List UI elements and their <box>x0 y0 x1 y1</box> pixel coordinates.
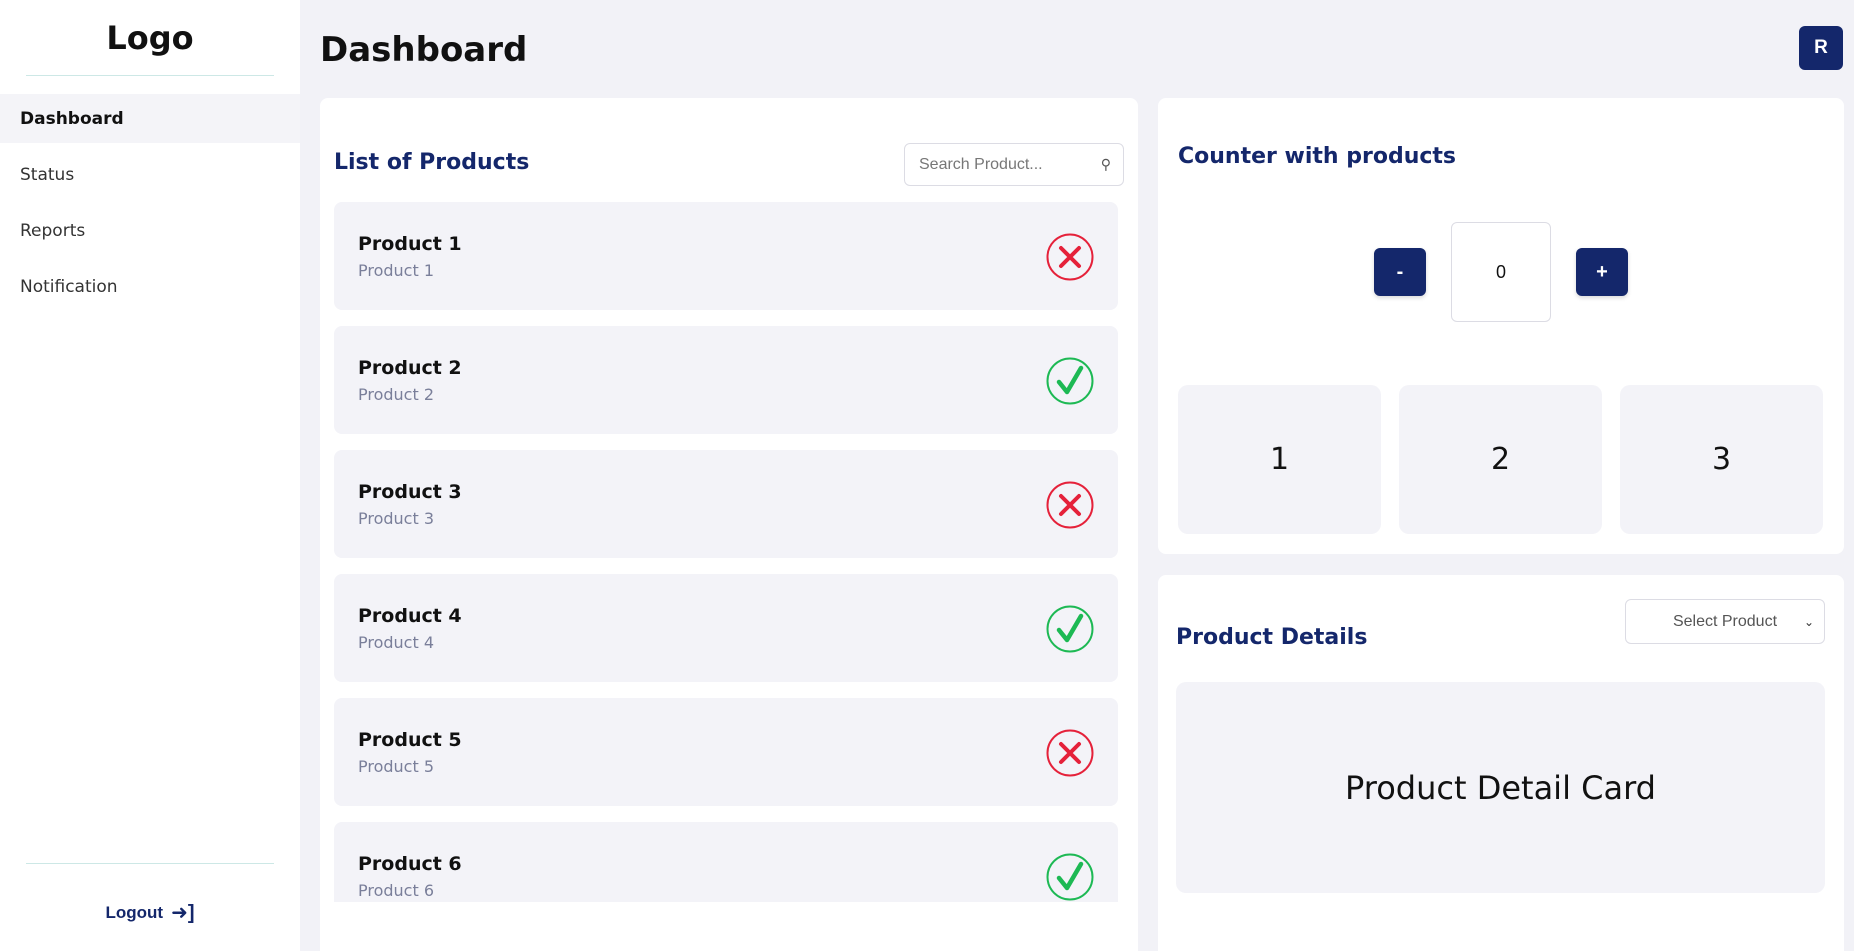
logout-label: Logout <box>105 902 164 922</box>
product-subtitle: Product 5 <box>358 757 435 776</box>
product-name: Product 4 <box>358 605 462 627</box>
page-title: Dashboard <box>320 30 528 70</box>
product-row[interactable]: Product 4 Product 4 <box>334 574 1118 682</box>
product-subtitle: Product 1 <box>358 261 435 280</box>
product-row[interactable]: Product 1 Product 1 <box>334 202 1118 310</box>
check-circle-icon <box>1046 357 1094 405</box>
sidebar-item-dashboard[interactable]: Dashboard <box>0 94 300 143</box>
product-list: Product 1 Product 1 Product 2 Product 2 … <box>334 202 1118 902</box>
check-circle-icon <box>1046 605 1094 653</box>
sidebar-item-notification[interactable]: Notification <box>0 262 300 311</box>
product-subtitle: Product 3 <box>358 509 435 528</box>
product-name: Product 1 <box>358 233 462 255</box>
sidebar-item-status[interactable]: Status <box>0 150 300 199</box>
sidebar-footer: Logout ➜] <box>26 863 274 951</box>
counter-panel: Counter with products - 0 + 1 2 3 <box>1158 98 1844 554</box>
logo: Logo <box>26 0 274 76</box>
product-row[interactable]: Product 5 Product 5 <box>334 698 1118 806</box>
search-input[interactable] <box>919 155 1101 174</box>
counter-title: Counter with products <box>1178 144 1457 169</box>
product-tile-2[interactable]: 2 <box>1399 385 1602 534</box>
details-title: Product Details <box>1176 625 1368 650</box>
sidebar-nav: Dashboard Status Reports Notification <box>0 94 300 318</box>
product-detail-card: Product Detail Card <box>1176 682 1825 893</box>
products-panel: List of Products ⚲ Product 1 Product 1 P… <box>320 98 1138 951</box>
close-circle-icon <box>1046 729 1094 777</box>
avatar[interactable]: R <box>1799 26 1843 70</box>
product-name: Product 6 <box>358 853 462 875</box>
details-panel: Product Details Select Product ⌄ Product… <box>1158 575 1844 951</box>
product-name: Product 5 <box>358 729 462 751</box>
counter-value: 0 <box>1451 222 1551 322</box>
product-row[interactable]: Product 2 Product 2 <box>334 326 1118 434</box>
product-tile-1[interactable]: 1 <box>1178 385 1381 534</box>
increment-button[interactable]: + <box>1576 248 1628 296</box>
search-icon[interactable]: ⚲ <box>1101 156 1111 173</box>
chevron-down-icon: ⌄ <box>1803 614 1814 629</box>
logout-button[interactable]: Logout ➜] <box>105 880 194 925</box>
product-subtitle: Product 2 <box>358 385 435 404</box>
product-name: Product 3 <box>358 481 462 503</box>
check-circle-icon <box>1046 853 1094 901</box>
product-subtitle: Product 4 <box>358 633 435 652</box>
product-select[interactable]: Select Product ⌄ <box>1625 599 1825 644</box>
sidebar-item-reports[interactable]: Reports <box>0 206 300 255</box>
product-name: Product 2 <box>358 357 462 379</box>
product-row[interactable]: Product 6 Product 6 <box>334 822 1118 902</box>
logout-arrow-icon: ➜] <box>171 902 195 924</box>
decrement-button[interactable]: - <box>1374 248 1426 296</box>
close-circle-icon <box>1046 233 1094 281</box>
product-row[interactable]: Product 3 Product 3 <box>334 450 1118 558</box>
product-select-value: Select Product <box>1672 612 1778 630</box>
sidebar: Logo Dashboard Status Reports Notificati… <box>0 0 300 951</box>
search-box: ⚲ <box>904 143 1124 186</box>
counter-control: - 0 + <box>1158 222 1844 322</box>
product-tile-3[interactable]: 3 <box>1620 385 1823 534</box>
close-circle-icon <box>1046 481 1094 529</box>
product-subtitle: Product 6 <box>358 881 435 900</box>
products-title: List of Products <box>334 150 530 175</box>
